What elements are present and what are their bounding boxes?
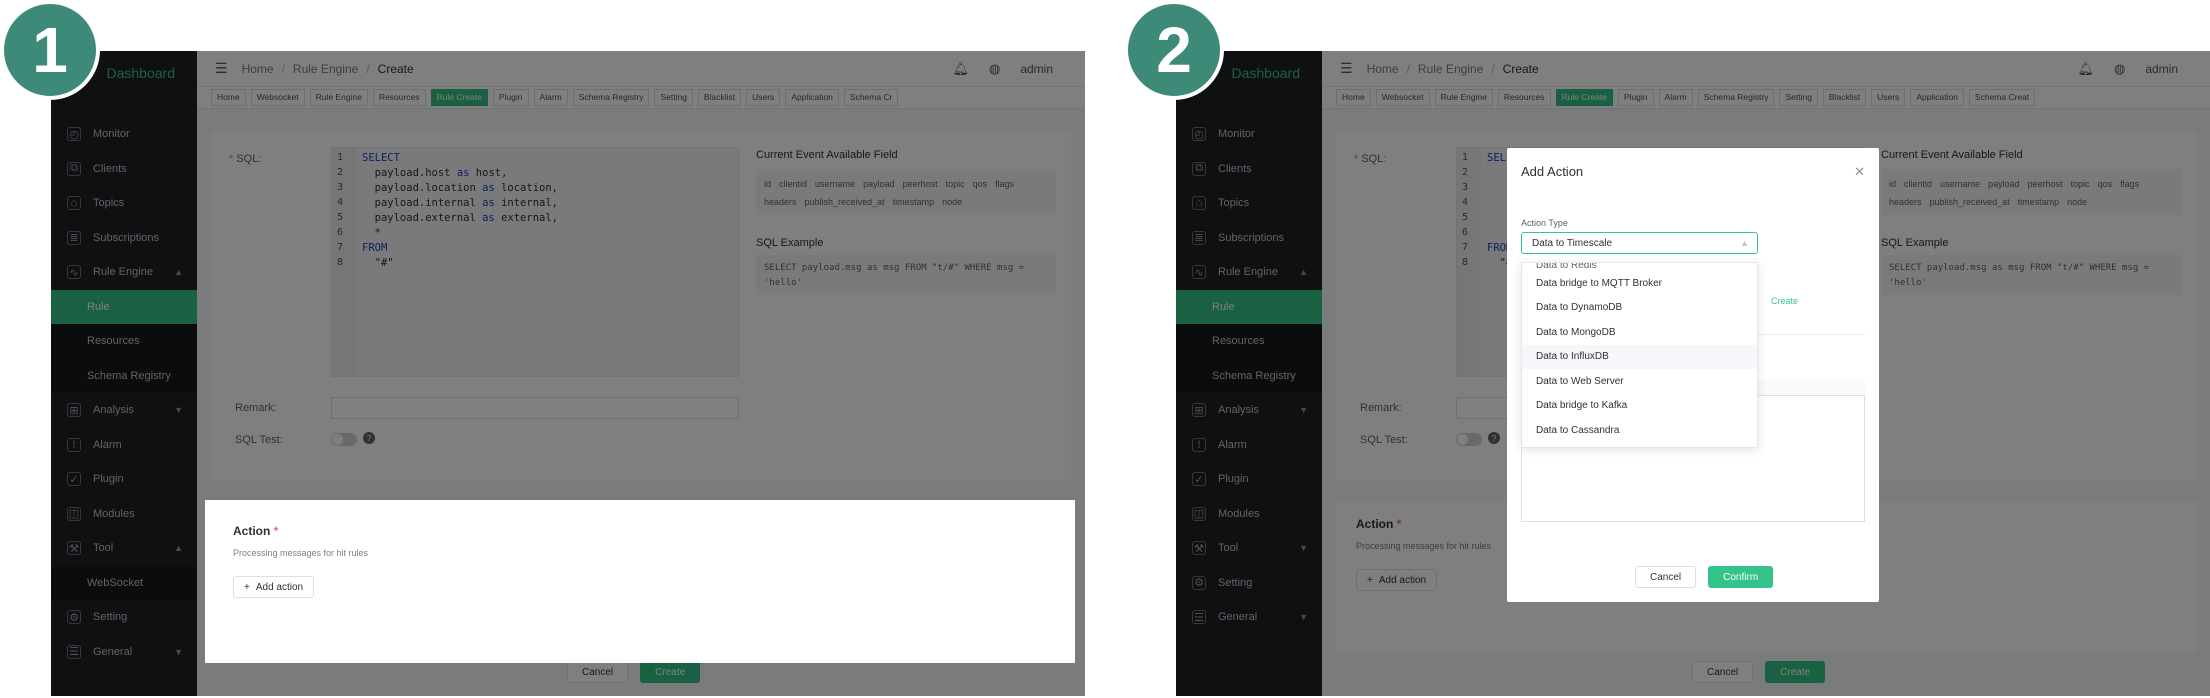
dropdown-option[interactable]: Data to Cassandra <box>1522 418 1757 443</box>
create-resource-link[interactable]: Create <box>1771 296 1798 306</box>
dropdown-option[interactable]: Data bridge to MQTT Broker <box>1522 271 1757 296</box>
dropdown-option[interactable]: Data to Redis <box>1522 263 1757 271</box>
action-type-select[interactable]: Data to Timescale ▲ <box>1521 232 1758 254</box>
step-number-1: 1 <box>0 0 100 100</box>
action-card-highlighted: Action * Processing messages for hit rul… <box>205 500 1075 663</box>
action-type-dropdown: Data to Redis Data bridge to MQTT Broker… <box>1521 262 1758 448</box>
action-title: Action * <box>233 524 279 538</box>
add-action-dialog: Add Action ✕ Action Type Data to Timesca… <box>1507 148 1879 602</box>
plus-icon: + <box>244 581 250 593</box>
action-type-label: Action Type <box>1521 218 1568 228</box>
action-subtitle: Processing messages for hit rules <box>233 548 369 558</box>
add-action-button[interactable]: +Add action <box>233 576 315 598</box>
step-number-2: 2 <box>1124 0 1224 100</box>
chevron-up-icon: ▲ <box>1740 238 1749 248</box>
close-icon[interactable]: ✕ <box>1854 164 1865 180</box>
screenshot-panel-1: Dashboard ◴Monitor ⧉Clients ⌂Topics ≣Sub… <box>51 51 1085 696</box>
dialog-title: Add Action <box>1521 164 1584 179</box>
dropdown-option[interactable]: Data to MongoDB <box>1522 320 1757 345</box>
dropdown-option[interactable]: Data bridge to Kafka <box>1522 394 1757 419</box>
dropdown-option[interactable]: Data to DynamoDB <box>1522 296 1757 321</box>
screenshot-panel-2: Dashboard ◴Monitor ⧉Clients ⌂Topics ≣Sub… <box>1176 51 2210 696</box>
dropdown-option[interactable]: Data to Web Server <box>1522 369 1757 394</box>
confirm-button[interactable]: Confirm <box>1708 566 1774 588</box>
dialog-cancel-button[interactable]: Cancel <box>1635 566 1697 588</box>
dropdown-option-hovered[interactable]: Data to InfluxDB <box>1522 344 1757 369</box>
